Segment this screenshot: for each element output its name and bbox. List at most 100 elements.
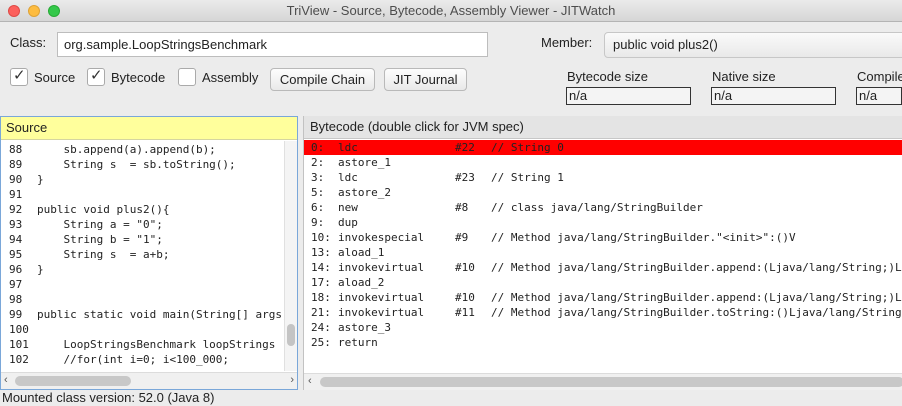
source-line[interactable]: 99 public static void main(String[] args)… <box>1 307 284 322</box>
source-checkbox[interactable]: ✓ <box>10 67 28 86</box>
bytecode-opcode: ldc <box>338 171 358 184</box>
bytecode-row[interactable]: 25: return <box>304 335 902 350</box>
bytecode-row[interactable]: 0: ldc #22 // String 0 <box>304 140 902 155</box>
jit-journal-button[interactable]: JIT Journal <box>384 68 467 91</box>
bytecode-opcode: invokevirtual <box>338 291 425 304</box>
scroll-left-icon[interactable]: ‹ <box>308 375 312 387</box>
scroll-left-icon[interactable]: ‹ <box>4 374 8 386</box>
member-label: Member: <box>541 35 593 50</box>
status-bar: Mounted class version: 52.0 (Java 8) <box>2 390 215 405</box>
line-number: 90 <box>9 173 23 186</box>
member-select[interactable]: public void plus2() <box>604 32 902 58</box>
source-line[interactable]: 90} <box>1 172 284 187</box>
bytecode-offset: 13: <box>311 246 331 259</box>
bytecode-constant-ref: #9 <box>455 231 469 244</box>
source-line[interactable]: 94 String b = "1"; <box>1 232 284 247</box>
bytecode-row[interactable]: 5: astore_2 <box>304 185 902 200</box>
scroll-thumb[interactable] <box>287 324 295 346</box>
compile-value: n/a <box>856 87 902 105</box>
source-text <box>27 323 37 336</box>
bytecode-list[interactable]: 0: ldc #22 // String 0 2: astore_1 3: ldc #23 // … <box>304 140 902 370</box>
bytecode-opcode: astore_1 <box>338 156 391 169</box>
bytecode-row[interactable]: 13: aload_1 <box>304 245 902 260</box>
bytecode-checkbox[interactable]: ✓ <box>87 67 105 86</box>
scroll-thumb[interactable] <box>15 376 131 386</box>
source-text: String s = sb.toString(); <box>37 158 236 171</box>
scroll-right-icon[interactable]: › <box>290 374 294 386</box>
source-text: String b = "1"; <box>37 233 163 246</box>
bytecode-toggle-label: Bytecode <box>111 70 166 85</box>
bytecode-opcode: aload_1 <box>338 246 385 259</box>
source-text: //for(int i=0; i<100_000; <box>37 353 230 366</box>
bytecode-size-label: Bytecode size <box>567 69 648 84</box>
source-code-view[interactable]: 88 sb.append(a).append(b); 89 String s = … <box>1 142 284 371</box>
bytecode-opcode: invokevirtual <box>338 306 425 319</box>
source-line[interactable]: 91 <box>1 187 284 202</box>
bytecode-opcode: ldc <box>338 141 358 154</box>
title-bar: TriView - Source, Bytecode, Assembly Vie… <box>0 0 902 22</box>
bytecode-offset: 6: <box>311 201 325 214</box>
bytecode-horizontal-scrollbar[interactable]: ‹ <box>304 373 902 390</box>
class-label: Class: <box>10 35 47 50</box>
assembly-checkbox[interactable] <box>178 68 196 86</box>
native-size-label: Native size <box>712 69 776 84</box>
bytecode-offset: 3: <box>311 171 325 184</box>
bytecode-comment: // String 0 <box>491 141 564 154</box>
bytecode-row[interactable]: 3: ldc #23 // String 1 <box>304 170 902 185</box>
source-line[interactable]: 100 <box>1 322 284 337</box>
source-text: public void plus2(){ <box>37 203 170 216</box>
bytecode-constant-ref: #10 <box>455 261 475 274</box>
source-text: String a = "0"; <box>37 218 163 231</box>
bytecode-comment: // Method java/lang/StringBuilder.append… <box>491 291 902 304</box>
source-line[interactable]: 89 String s = sb.toString(); <box>1 157 284 172</box>
line-number: 102 <box>9 353 29 366</box>
bytecode-constant-ref: #23 <box>455 171 475 184</box>
bytecode-opcode: invokevirtual <box>338 261 425 274</box>
bytecode-comment: // Method java/lang/StringBuilder.append… <box>491 261 902 274</box>
native-size-value: n/a <box>711 87 836 105</box>
bytecode-row[interactable]: 10: invokespecial #9 // Method java/lang/St… <box>304 230 902 245</box>
source-line[interactable]: 88 sb.append(a).append(b); <box>1 142 284 157</box>
line-number: 93 <box>9 218 23 231</box>
scroll-thumb[interactable] <box>320 377 902 387</box>
bytecode-row[interactable]: 6: new #8 // class java/lang/StringBuilder <box>304 200 902 215</box>
bytecode-row[interactable]: 9: dup <box>304 215 902 230</box>
bytecode-offset: 2: <box>311 156 325 169</box>
bytecode-opcode: aload_2 <box>338 276 385 289</box>
bytecode-opcode: dup <box>338 216 358 229</box>
line-number: 101 <box>9 338 29 351</box>
source-text: public static void main(String[] args) { <box>37 308 284 321</box>
source-vertical-scrollbar[interactable] <box>284 141 297 371</box>
source-horizontal-scrollbar[interactable]: ‹ › <box>1 372 297 389</box>
bytecode-offset: 17: <box>311 276 331 289</box>
source-line[interactable]: 102 //for(int i=0; i<100_000; <box>1 352 284 367</box>
bytecode-offset: 5: <box>311 186 325 199</box>
source-line[interactable]: 96} <box>1 262 284 277</box>
line-number: 89 <box>9 158 23 171</box>
bytecode-row[interactable]: 18: invokevirtual #10 // Method java/lang/S… <box>304 290 902 305</box>
source-line[interactable]: 93 String a = "0"; <box>1 217 284 232</box>
bytecode-constant-ref: #11 <box>455 306 475 319</box>
source-line[interactable]: 98 <box>1 292 284 307</box>
bytecode-opcode: new <box>338 201 358 214</box>
source-line[interactable]: 97 <box>1 277 284 292</box>
line-number: 91 <box>9 188 23 201</box>
compile-chain-button[interactable]: Compile Chain <box>270 68 375 91</box>
bytecode-constant-ref: #22 <box>455 141 475 154</box>
class-field[interactable]: org.sample.LoopStringsBenchmark <box>57 32 488 57</box>
source-text <box>27 293 37 306</box>
compile-label: Compile <box>857 69 902 84</box>
bytecode-row[interactable]: 17: aload_2 <box>304 275 902 290</box>
source-line[interactable]: 101 LoopStringsBenchmark loopStrings <box>1 337 284 352</box>
source-line[interactable]: 92 public void plus2(){ <box>1 202 284 217</box>
bytecode-row[interactable]: 24: astore_3 <box>304 320 902 335</box>
source-line[interactable]: 95 String s = a+b; <box>1 247 284 262</box>
bytecode-row[interactable]: 2: astore_1 <box>304 155 902 170</box>
line-number: 95 <box>9 248 23 261</box>
line-number: 99 <box>9 308 23 321</box>
bytecode-row[interactable]: 21: invokevirtual #11 // Method java/lang/S… <box>304 305 902 320</box>
checkmark-icon: ✓ <box>90 67 103 84</box>
bytecode-row[interactable]: 14: invokevirtual #10 // Method java/lang/S… <box>304 260 902 275</box>
assembly-toggle-label: Assembly <box>202 70 259 85</box>
line-number: 98 <box>9 293 23 306</box>
